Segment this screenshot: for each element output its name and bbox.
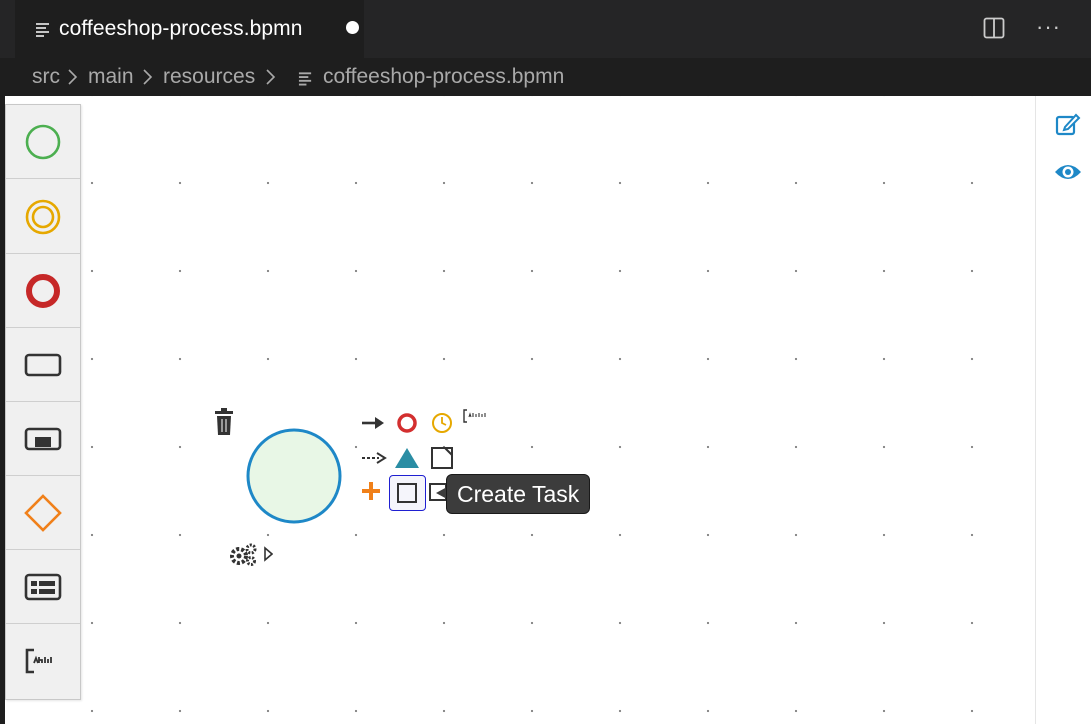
diamond-icon: [24, 493, 62, 532]
chevron-right-icon: [266, 69, 276, 85]
text-annotation-icon[interactable]: [462, 408, 492, 424]
breadcrumb-file[interactable]: coffeeshop-process.bpmn: [323, 65, 564, 89]
breadcrumb: src main resources coffeeshop-process.bp…: [0, 58, 1091, 96]
bpmn-canvas[interactable]: [5, 96, 1035, 724]
rounded-rect-icon: [24, 353, 62, 376]
end-event-icon[interactable]: [396, 412, 418, 434]
palette-text-annotation[interactable]: [6, 624, 80, 697]
task-icon: [397, 483, 417, 503]
tab-filename: coffeeshop-process.bpmn: [59, 17, 303, 40]
side-actions-panel: [1035, 96, 1091, 724]
double-circle-icon: [25, 199, 61, 234]
breadcrumb-src[interactable]: src: [32, 65, 60, 89]
create-task-tooltip: Create Task: [446, 474, 591, 514]
subprocess-icon: [24, 427, 62, 450]
text-annotation-icon: [25, 648, 52, 673]
form-icon: [24, 573, 62, 600]
timer-event-icon[interactable]: [431, 412, 453, 434]
tool-palette: [5, 104, 81, 700]
sequence-flow-icon[interactable]: [361, 414, 385, 432]
start-event-shape[interactable]: [244, 427, 346, 527]
split-editor-icon[interactable]: [983, 17, 1005, 39]
palette-gateway[interactable]: [6, 476, 80, 550]
file-lines-icon: [36, 23, 49, 37]
breadcrumb-main[interactable]: main: [88, 65, 134, 89]
message-flow-icon[interactable]: [361, 449, 387, 467]
circle-thick-icon: [26, 273, 60, 308]
eye-icon[interactable]: [1054, 162, 1082, 182]
file-lines-icon: [298, 72, 312, 86]
gears-icon[interactable]: [228, 542, 258, 568]
palette-intermediate-event[interactable]: [6, 180, 80, 254]
tab-bar: coffeeshop-process.bpmn ···: [0, 0, 1091, 58]
trash-icon[interactable]: [212, 408, 236, 436]
palette-end-event[interactable]: [6, 254, 80, 328]
circle-thin-icon: [25, 124, 61, 159]
change-type-icon[interactable]: [430, 446, 454, 470]
add-plus-icon[interactable]: [360, 480, 382, 502]
breadcrumb-resources[interactable]: resources: [163, 65, 255, 89]
palette-task[interactable]: [6, 328, 80, 402]
more-actions-button[interactable]: ···: [1036, 16, 1061, 38]
chevron-right-icon: [143, 69, 153, 85]
unsaved-indicator-icon[interactable]: [346, 21, 359, 34]
caret-right-icon[interactable]: [263, 546, 273, 562]
palette-start-event[interactable]: [6, 105, 80, 179]
chevron-right-icon: [68, 69, 78, 85]
create-task-button[interactable]: [389, 475, 426, 511]
editor-tab[interactable]: coffeeshop-process.bpmn: [15, 0, 364, 58]
palette-form[interactable]: [6, 550, 80, 624]
triangle-event-icon[interactable]: [393, 446, 421, 470]
edit-icon[interactable]: [1055, 112, 1081, 136]
palette-subprocess[interactable]: [6, 402, 80, 476]
